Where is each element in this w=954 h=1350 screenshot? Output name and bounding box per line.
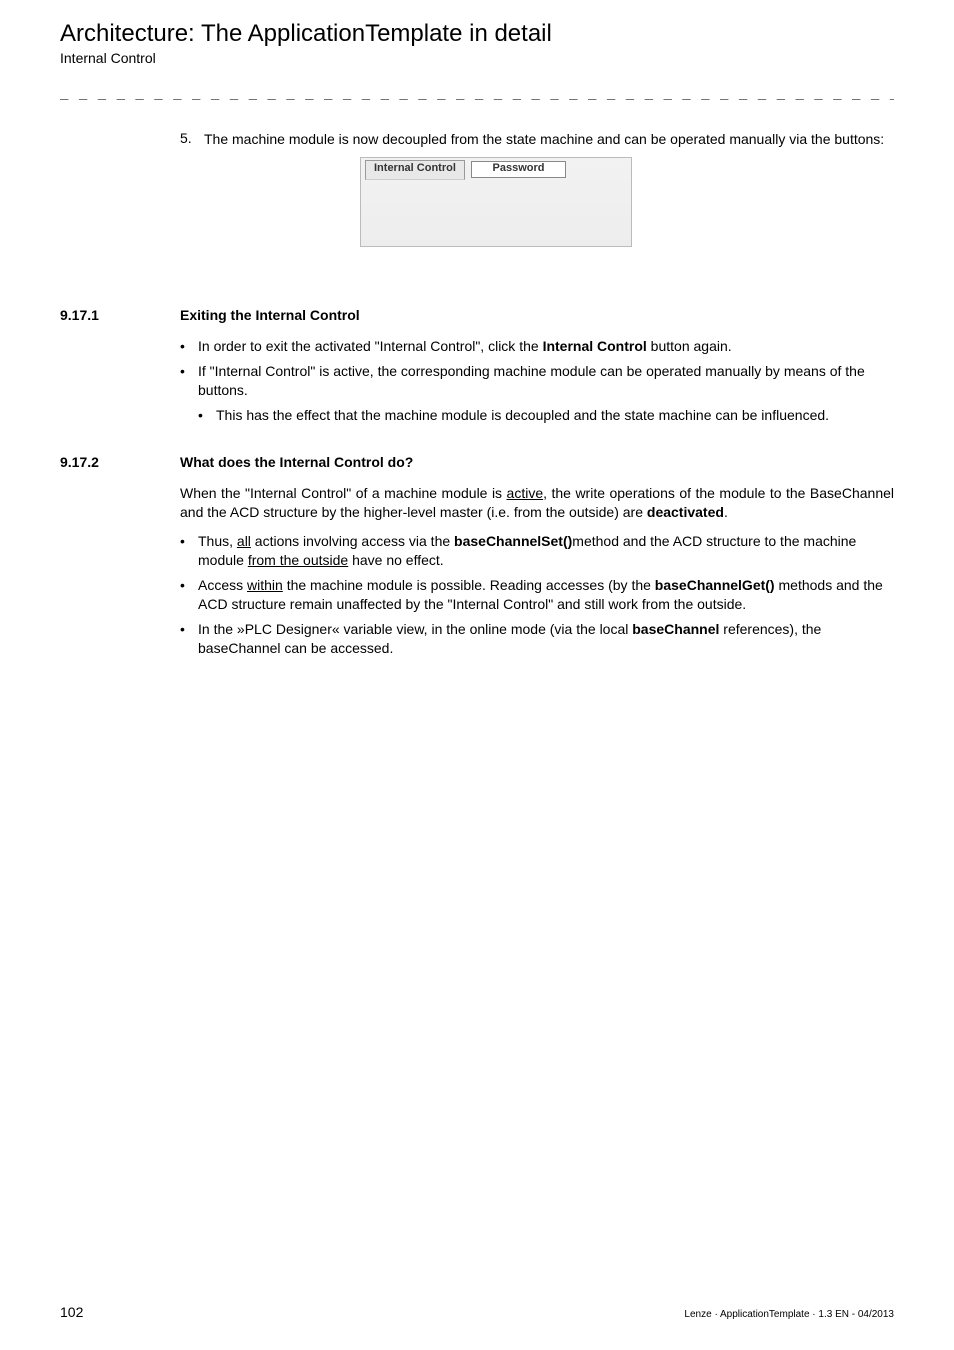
bullet-dot: • — [180, 620, 198, 658]
section-title: What does the Internal Control do? — [180, 454, 413, 470]
section-9-17-1-header: 9.17.1 Exiting the Internal Control — [60, 307, 894, 323]
bullet-text: If "Internal Control" is active, the cor… — [198, 362, 894, 400]
text-underline: within — [247, 577, 283, 593]
bullet-text: In order to exit the activated "Internal… — [198, 337, 732, 356]
bullet-item: • In the »PLC Designer« variable view, i… — [180, 620, 894, 658]
step-text: The machine module is now decoupled from… — [204, 130, 884, 149]
bullet-item: • In order to exit the activated "Intern… — [180, 337, 894, 356]
section-9-17-2-body: When the "Internal Control" of a machine… — [180, 484, 894, 657]
page-footer: 102 Lenze · ApplicationTemplate · 1.3 EN… — [60, 1304, 894, 1320]
text-bold: baseChannelSet() — [454, 533, 572, 549]
bullet-dot: • — [180, 362, 198, 400]
page-subtitle: Internal Control — [60, 50, 894, 66]
bullet-item: • Access within the machine module is po… — [180, 576, 894, 614]
text-bold: baseChannel — [632, 621, 719, 637]
text-frag: In order to exit the activated "Internal… — [198, 338, 543, 354]
text-frag: button again. — [647, 338, 732, 354]
ui-screenshot: Internal Control Password — [360, 157, 894, 247]
page-number: 102 — [60, 1304, 83, 1320]
text-bold: baseChannelGet() — [655, 577, 775, 593]
footer-text: Lenze · ApplicationTemplate · 1.3 EN - 0… — [684, 1309, 894, 1320]
section-9-17-2-header: 9.17.2 What does the Internal Control do… — [60, 454, 894, 470]
text-frag: When the "Internal Control" of a machine… — [180, 485, 507, 501]
text-underline: active — [507, 485, 544, 501]
text-bold: Internal Control — [543, 338, 647, 354]
text-frag: In the »PLC Designer« variable view, in … — [198, 621, 632, 637]
page-title: Architecture: The ApplicationTemplate in… — [60, 20, 894, 48]
text-underline: all — [237, 533, 251, 549]
ui-panel: Internal Control Password — [360, 157, 632, 247]
text-frag: the machine module is possible. Reading … — [283, 577, 655, 593]
bullet-text: Access within the machine module is poss… — [198, 576, 894, 614]
text-frag: actions involving access via the — [251, 533, 454, 549]
bullet-dot: • — [180, 532, 198, 570]
bullet-dot: • — [180, 337, 198, 356]
section-number: 9.17.1 — [60, 307, 180, 323]
step-number: 5. — [180, 130, 204, 149]
text-bold: deactivated — [647, 504, 724, 520]
section-9-17-1-body: • In order to exit the activated "Intern… — [180, 337, 894, 425]
bullet-text: Thus, all actions involving access via t… — [198, 532, 894, 570]
bullet-item: • Thus, all actions involving access via… — [180, 532, 894, 570]
password-field: Password — [471, 161, 566, 178]
text-frag: Access — [198, 577, 247, 593]
paragraph: When the "Internal Control" of a machine… — [180, 484, 894, 522]
text-frag: Thus, — [198, 533, 237, 549]
page: Architecture: The ApplicationTemplate in… — [0, 0, 954, 1350]
separator-line: _ _ _ _ _ _ _ _ _ _ _ _ _ _ _ _ _ _ _ _ … — [60, 84, 894, 100]
internal-control-tab: Internal Control — [365, 160, 465, 180]
bullet-dot: • — [198, 406, 216, 425]
sub-bullet-item: • This has the effect that the machine m… — [198, 406, 894, 425]
bullet-dot: • — [180, 576, 198, 614]
step-5: 5. The machine module is now decoupled f… — [180, 130, 894, 149]
text-underline: from the outside — [248, 552, 348, 568]
bullet-item: • If "Internal Control" is active, the c… — [180, 362, 894, 400]
section-title: Exiting the Internal Control — [180, 307, 360, 323]
text-frag: . — [724, 504, 728, 520]
text-frag: have no effect. — [348, 552, 443, 568]
section-number: 9.17.2 — [60, 454, 180, 470]
bullet-text: In the »PLC Designer« variable view, in … — [198, 620, 894, 658]
bullet-text: This has the effect that the machine mod… — [216, 406, 829, 425]
